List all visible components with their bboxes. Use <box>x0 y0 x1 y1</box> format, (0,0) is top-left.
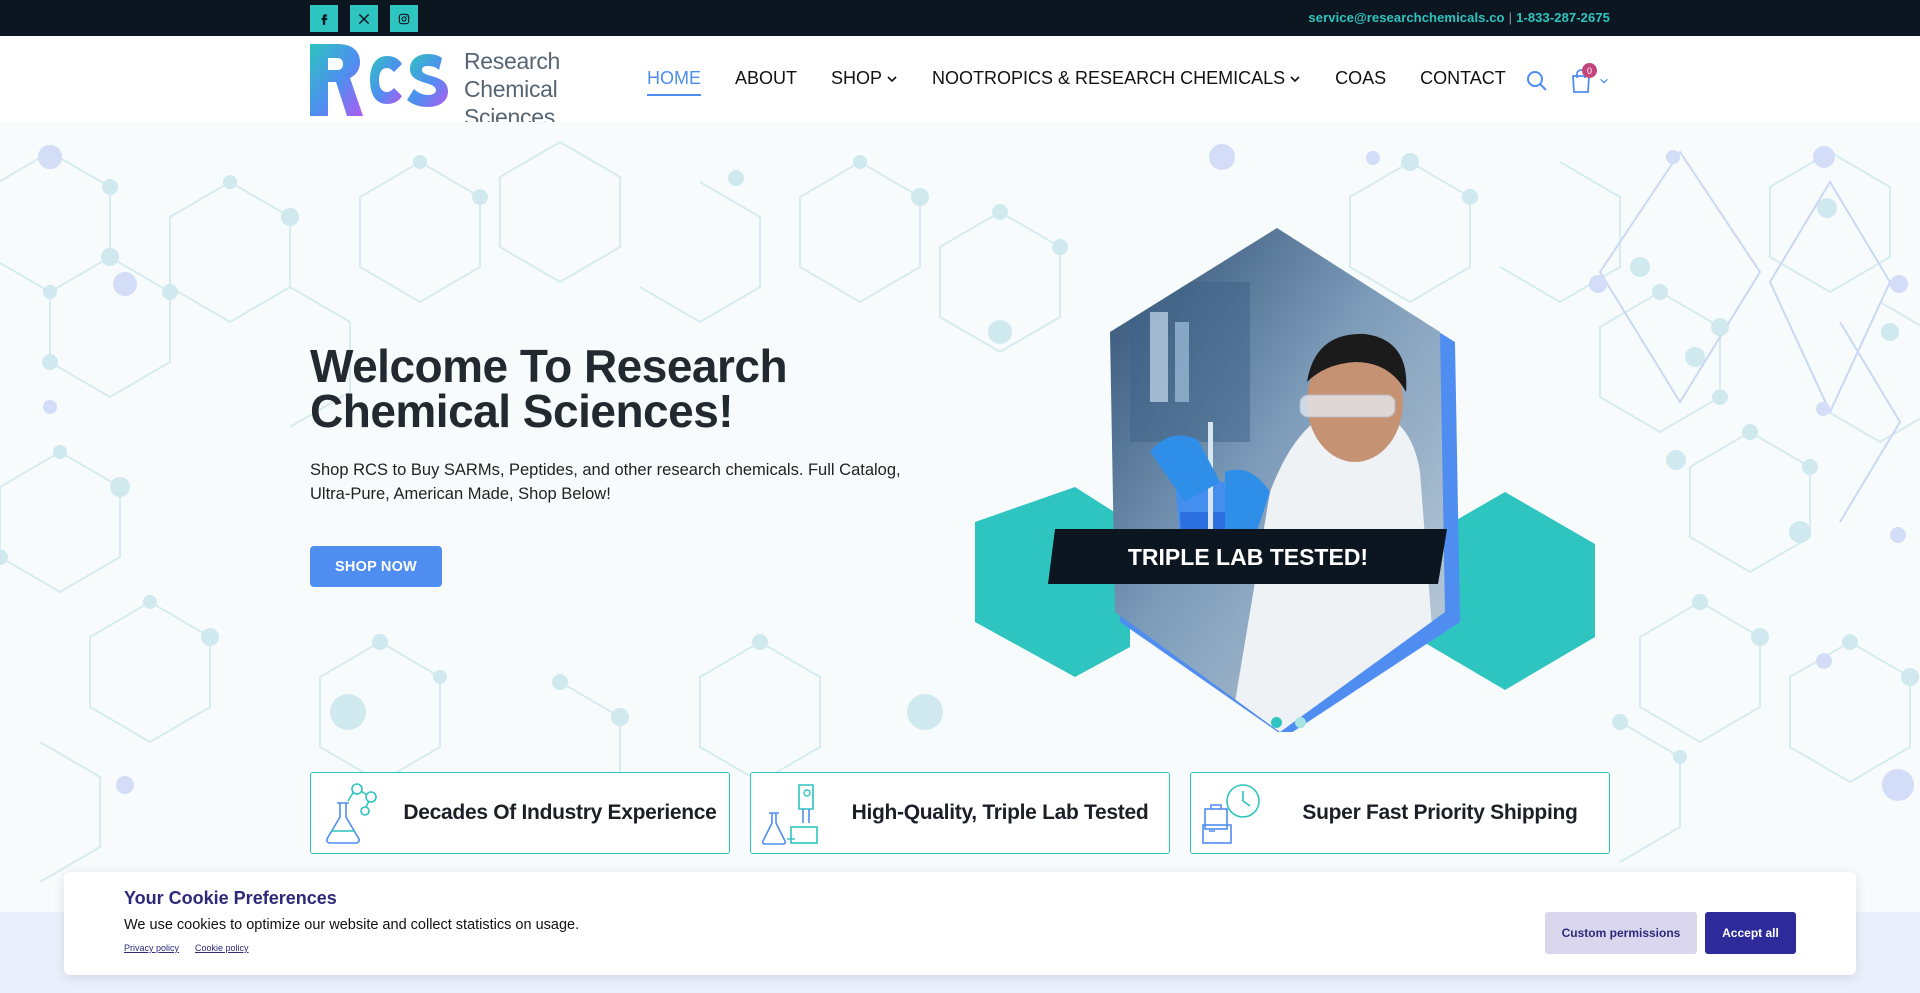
lab-equipment-icon <box>761 784 818 845</box>
site-logo[interactable]: Research Chemical Sciences <box>310 42 570 130</box>
contact-separator: | <box>1508 10 1513 25</box>
custom-permissions-button[interactable]: Custom permissions <box>1545 912 1697 954</box>
top-bar: service@researchchemicals.co | 1-833-287-2… <box>0 0 1920 36</box>
shop-now-button[interactable]: SHOP NOW <box>310 546 442 587</box>
logo-line-1: Research <box>464 48 561 74</box>
nav-about-label: ABOUT <box>735 68 798 88</box>
nav-shop-label: SHOP <box>831 68 883 88</box>
main-nav: HOME ABOUT SHOP NOOTROPICS & RESEARCH CH… <box>647 68 1540 96</box>
logo-line-2: Chemical <box>464 76 558 102</box>
nav-home[interactable]: HOME <box>647 68 701 96</box>
site-header: Research Chemical Sciences HOME ABOUT SH… <box>0 36 1920 130</box>
contact-info: service@researchchemicals.co | 1-833-287-2… <box>1308 10 1610 25</box>
cookie-title: Your Cookie Preferences <box>124 888 337 908</box>
feature-label: Decades Of Industry Experience <box>403 801 717 824</box>
triple-lab-tested-banner: TRIPLE LAB TESTED! <box>1128 544 1368 570</box>
nav-contact[interactable]: CONTACT <box>1420 68 1506 89</box>
chevron-down-icon <box>1290 75 1300 82</box>
nav-shop[interactable]: SHOP <box>831 68 898 89</box>
chevron-down-icon <box>887 75 897 82</box>
nav-contact-label: CONTACT <box>1420 68 1506 88</box>
feature-card-experience: Decades Of Industry Experience <box>310 772 730 854</box>
hero-subtitle: Shop RCS to Buy SARMs, Peptides, and oth… <box>310 461 901 503</box>
x-icon[interactable] <box>350 5 378 32</box>
feature-label: Super Fast Priority Shipping <box>1302 801 1578 824</box>
hero-lab-image: TRIPLE LAB TESTED! <box>975 228 1595 732</box>
search-icon[interactable] <box>1525 69 1549 93</box>
cookie-links: Privacy policy Cookie policy <box>124 943 265 953</box>
slider-dot-2[interactable] <box>1295 717 1306 728</box>
chevron-down-icon[interactable] <box>1599 76 1609 86</box>
cookie-banner: Your Cookie Preferences We use cookies t… <box>64 872 1856 975</box>
nav-coas[interactable]: COAS <box>1335 68 1386 89</box>
hero-title: Welcome To Research Chemical Sciences! <box>310 340 788 437</box>
accept-all-button[interactable]: Accept all <box>1705 912 1796 954</box>
slider-dot-1[interactable] <box>1271 717 1282 728</box>
rcs-logo-mark <box>310 44 448 116</box>
facebook-icon[interactable] <box>310 5 338 32</box>
package-clock-icon <box>1202 784 1260 844</box>
cookie-policy-link[interactable]: Cookie policy <box>195 943 249 953</box>
cart-count-badge: 0 <box>1582 63 1597 78</box>
slider-dots <box>1271 717 1319 728</box>
phone-link[interactable]: 1-833-287-2675 <box>1516 10 1610 25</box>
nav-coas-label: COAS <box>1335 68 1387 88</box>
feature-card-lab-tested: High-Quality, Triple Lab Tested <box>750 772 1170 854</box>
privacy-policy-link[interactable]: Privacy policy <box>124 943 179 953</box>
nav-nootropics-label: NOOTROPICS & RESEARCH CHEMICALS <box>932 68 1286 88</box>
email-link[interactable]: service@researchchemicals.co <box>1308 10 1504 25</box>
flask-molecule-icon <box>326 783 377 844</box>
instagram-icon[interactable] <box>390 5 418 32</box>
nav-home-label: HOME <box>647 68 701 88</box>
nav-about[interactable]: ABOUT <box>735 68 797 89</box>
cookie-text: We use cookies to optimize our website a… <box>124 917 580 933</box>
feature-card-shipping: Super Fast Priority Shipping <box>1190 772 1610 854</box>
feature-label: High-Quality, Triple Lab Tested <box>851 801 1149 824</box>
logo-text: Research Chemical Sciences <box>464 47 560 131</box>
nav-nootropics[interactable]: NOOTROPICS & RESEARCH CHEMICALS <box>932 68 1301 89</box>
